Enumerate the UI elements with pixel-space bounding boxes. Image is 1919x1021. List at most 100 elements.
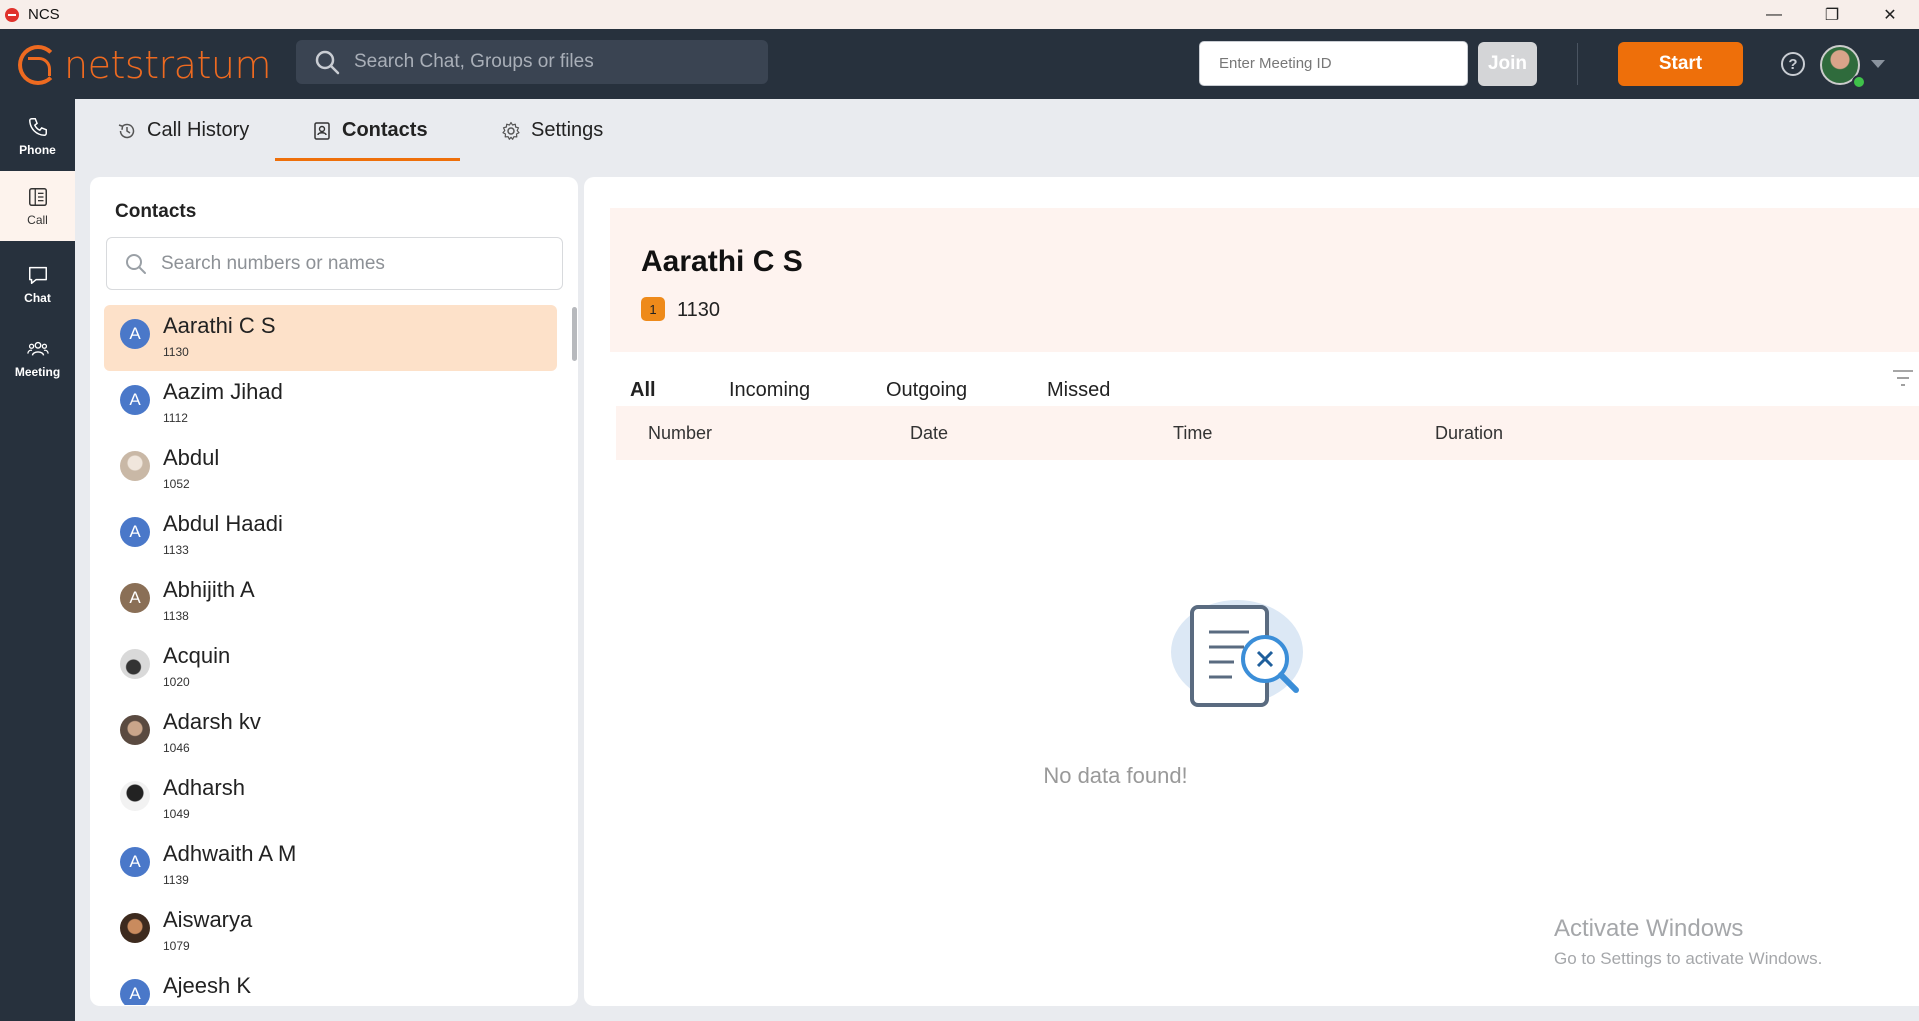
column-header-number: Number bbox=[648, 423, 713, 443]
contact-name: Aazim Jihad bbox=[163, 379, 283, 404]
app-logo-icon bbox=[5, 7, 19, 22]
rail-label-meeting: Meeting bbox=[14, 364, 61, 379]
avatar bbox=[120, 649, 150, 679]
contact-name: Adhwaith A M bbox=[163, 841, 297, 866]
contact-extension: 1130 bbox=[163, 345, 189, 359]
contact-name: Abdul Haadi bbox=[163, 511, 283, 536]
filter-tab-incoming[interactable]: Incoming bbox=[729, 379, 810, 402]
extension-badge: 1 bbox=[641, 297, 665, 321]
contact-item[interactable]: Acquin 1020 bbox=[104, 635, 557, 701]
call-log-icon bbox=[28, 187, 47, 206]
contact-name: Abdul bbox=[163, 445, 220, 470]
contact-item[interactable]: Adarsh kv 1046 bbox=[104, 701, 557, 767]
contact-name: Abhijith A bbox=[163, 577, 255, 602]
avatar bbox=[120, 715, 150, 745]
avatar bbox=[120, 781, 150, 811]
contact-book-icon bbox=[314, 121, 330, 140]
contact-extension: 1046 bbox=[163, 741, 190, 755]
contact-name: Aiswarya bbox=[163, 907, 253, 932]
contact-detail-header: Aarathi C S 1 1130 bbox=[610, 208, 1919, 352]
close-button[interactable]: ✕ bbox=[1861, 0, 1919, 29]
contact-item[interactable]: Aiswarya 1079 bbox=[104, 899, 557, 965]
filter-tab-all[interactable]: All bbox=[630, 379, 656, 402]
brand-logo: netstratum bbox=[18, 43, 271, 87]
contact-list: A Aarathi C S 1130 A Aazim Jihad 1112 Ab… bbox=[104, 305, 559, 1005]
join-button[interactable]: Join bbox=[1478, 42, 1537, 86]
contacts-title: Contacts bbox=[115, 201, 197, 222]
brand-name: netstratum bbox=[64, 43, 271, 87]
empty-state-message: No data found! bbox=[1043, 763, 1188, 788]
tab-label-contacts: Contacts bbox=[342, 119, 428, 141]
contact-list-scrollbar[interactable] bbox=[572, 307, 577, 361]
contact-search-input[interactable] bbox=[161, 252, 541, 275]
meeting-id-field[interactable] bbox=[1199, 41, 1468, 86]
contact-search-box[interactable] bbox=[106, 237, 563, 290]
netstratum-logo-icon bbox=[18, 45, 58, 85]
rail-item-meeting[interactable]: Meeting bbox=[0, 323, 75, 393]
chevron-down-icon[interactable] bbox=[1871, 60, 1885, 68]
tab-call-history[interactable]: Call History bbox=[117, 99, 249, 162]
contact-item[interactable]: Abdul 1052 bbox=[104, 437, 557, 503]
global-search-bar[interactable] bbox=[296, 40, 768, 84]
history-icon bbox=[118, 123, 135, 138]
online-status-icon bbox=[1852, 75, 1866, 89]
contact-name: Adarsh kv bbox=[163, 709, 261, 734]
rail-label-chat: Chat bbox=[24, 290, 51, 305]
watermark-title: Activate Windows bbox=[1554, 915, 1744, 942]
contact-extension: 1112 bbox=[163, 411, 188, 425]
contact-item[interactable]: A Ajeesh K bbox=[104, 965, 557, 1005]
rail-item-call[interactable]: Call bbox=[0, 171, 75, 241]
contact-item[interactable]: Adharsh 1049 bbox=[104, 767, 557, 833]
contact-item[interactable]: A Abhijith A 1138 bbox=[104, 569, 557, 635]
contact-extension: 1052 bbox=[163, 477, 190, 491]
app-header: netstratum Join Start ? bbox=[0, 29, 1919, 99]
column-header-duration: Duration bbox=[1435, 423, 1504, 443]
rail-label-call: Call bbox=[27, 212, 48, 227]
avatar: A bbox=[120, 385, 150, 415]
no-data-illustration-icon bbox=[1171, 600, 1303, 707]
help-icon[interactable]: ? bbox=[1781, 52, 1805, 76]
search-icon bbox=[126, 253, 146, 274]
left-nav-rail: Phone Call Chat Meeting bbox=[0, 99, 75, 1021]
tab-label-call-history: Call History bbox=[147, 119, 250, 141]
contact-extension: 1049 bbox=[163, 807, 190, 821]
restore-button[interactable]: ❐ bbox=[1803, 0, 1861, 29]
minimize-button[interactable]: — bbox=[1745, 0, 1803, 29]
avatar: A bbox=[120, 847, 150, 877]
contacts-panel: Contacts A Aarathi C S 1130 A Aazim Jiha… bbox=[90, 177, 578, 1006]
contact-item[interactable]: A Adhwaith A M 1139 bbox=[104, 833, 557, 899]
avatar bbox=[120, 913, 150, 943]
contact-extension: 1138 bbox=[163, 609, 189, 623]
contact-item[interactable]: A Abdul Haadi 1133 bbox=[104, 503, 557, 569]
contact-item[interactable]: A Aazim Jihad 1112 bbox=[104, 371, 557, 437]
tab-contacts[interactable]: Contacts bbox=[312, 99, 428, 162]
rail-item-phone[interactable]: Phone bbox=[0, 101, 75, 171]
window-titlebar: NCS — ❐ ✕ bbox=[0, 0, 1919, 29]
avatar: A bbox=[120, 583, 150, 613]
avatar: A bbox=[120, 517, 150, 547]
avatar bbox=[120, 451, 150, 481]
column-header-time: Time bbox=[1173, 423, 1213, 443]
rail-item-chat[interactable]: Chat bbox=[0, 249, 75, 319]
contact-detail-name: Aarathi C S bbox=[641, 245, 803, 278]
contact-name: Aarathi C S bbox=[163, 313, 276, 338]
window-controls: — ❐ ✕ bbox=[1745, 0, 1919, 29]
global-search-input[interactable] bbox=[354, 51, 734, 73]
contact-extension: 1020 bbox=[163, 675, 190, 689]
contact-item[interactable]: A Aarathi C S 1130 bbox=[104, 305, 557, 371]
start-meeting-button[interactable]: Start bbox=[1618, 42, 1743, 86]
tab-settings[interactable]: Settings bbox=[501, 99, 603, 162]
contact-detail-extension: 1130 bbox=[677, 299, 721, 321]
chat-bubble-icon bbox=[28, 266, 47, 284]
column-header-date: Date bbox=[910, 423, 949, 443]
filter-tab-missed[interactable]: Missed bbox=[1047, 379, 1110, 402]
phone-icon bbox=[28, 117, 47, 136]
rail-label-phone: Phone bbox=[19, 142, 56, 157]
contact-extension: 1133 bbox=[163, 543, 189, 557]
filter-icon[interactable] bbox=[1892, 368, 1914, 388]
contact-detail-panel: Aarathi C S 1 1130 All Incoming Outgoing… bbox=[584, 177, 1919, 1006]
search-icon bbox=[314, 49, 340, 75]
meeting-id-input[interactable] bbox=[1219, 55, 1459, 72]
filter-tab-outgoing[interactable]: Outgoing bbox=[886, 379, 967, 402]
call-tabs: Call History Contacts Settings bbox=[75, 99, 1919, 162]
